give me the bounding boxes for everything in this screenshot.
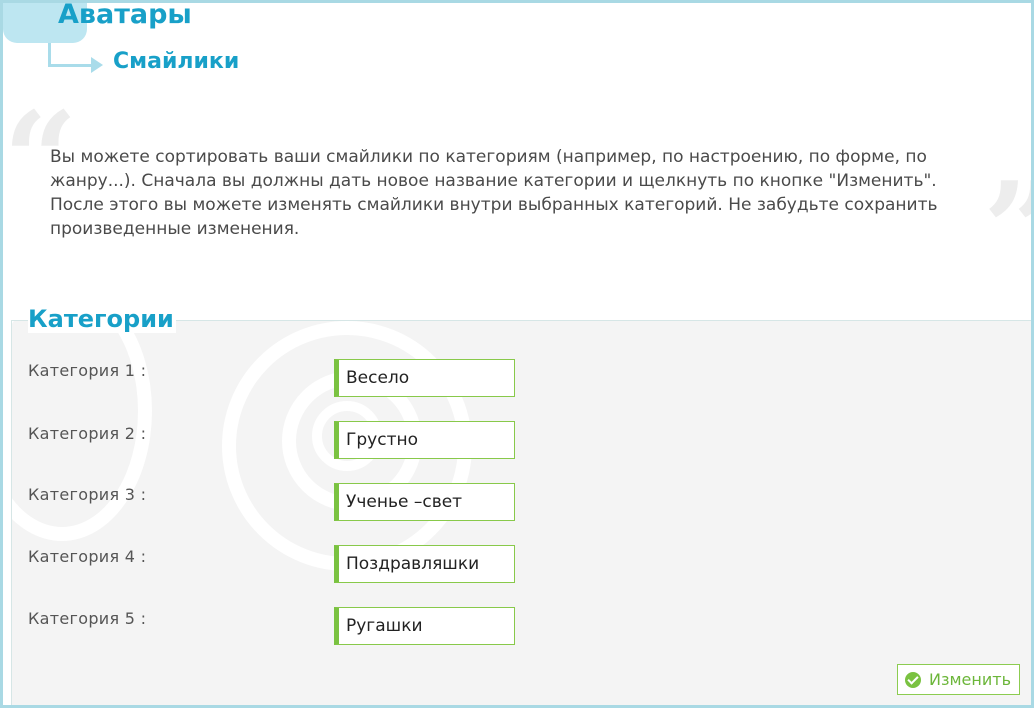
page-frame: Аватары Смайлики “ ” Вы можете сортирова… xyxy=(0,0,1034,708)
category-input-2[interactable] xyxy=(334,421,515,459)
category-label-4: Категория 4 : xyxy=(28,547,147,566)
check-circle-icon xyxy=(905,671,921,688)
category-input-5[interactable] xyxy=(334,607,515,645)
categories-panel xyxy=(11,320,1031,705)
category-label-3: Категория 3 : xyxy=(28,485,147,504)
change-button[interactable]: Изменить xyxy=(897,664,1020,695)
category-label-2: Категория 2 : xyxy=(28,424,147,443)
breadcrumb-parent[interactable]: Аватары xyxy=(58,3,192,30)
breadcrumb-current: Смайлики xyxy=(113,49,240,74)
category-input-1[interactable] xyxy=(334,359,515,397)
category-input-4[interactable] xyxy=(334,545,515,583)
intro-text: Вы можете сортировать ваши смайлики по к… xyxy=(50,147,938,239)
categories-title: Категории xyxy=(28,305,176,333)
breadcrumb-arrow-icon xyxy=(91,57,103,73)
category-input-3[interactable] xyxy=(334,483,515,521)
change-button-label: Изменить xyxy=(929,670,1011,689)
category-label-1: Категория 1 : xyxy=(28,361,147,380)
close-quote-icon: ” xyxy=(983,165,1031,295)
category-label-5: Категория 5 : xyxy=(28,609,147,628)
